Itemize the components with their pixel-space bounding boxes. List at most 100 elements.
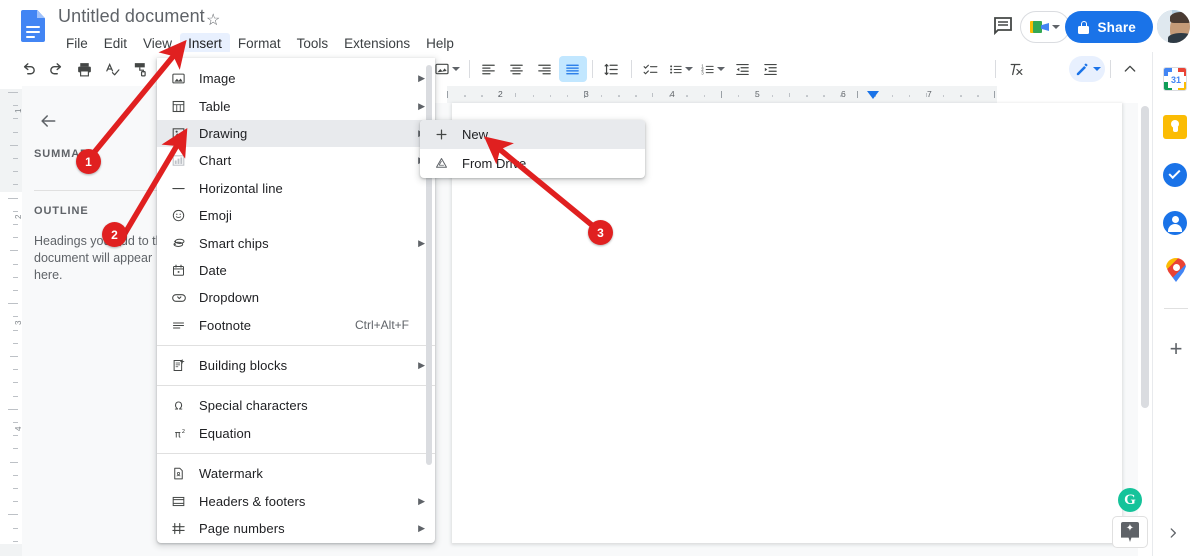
google-calendar-icon[interactable]: 31 xyxy=(1163,67,1189,93)
menu-item-emoji-label: Emoji xyxy=(199,208,233,224)
paint-format-icon[interactable] xyxy=(126,56,154,82)
chevron-right-icon[interactable] xyxy=(1166,526,1180,544)
grammarly-label: G xyxy=(1124,491,1136,508)
menu-item-table[interactable]: Table ▶ xyxy=(157,92,435,119)
insert-menu[interactable]: Image▶Table▶Drawing▶Chart▶Horizontal lin… xyxy=(157,58,435,543)
menu-edit[interactable]: Edit xyxy=(96,33,135,54)
arrow-left-icon[interactable] xyxy=(34,107,62,135)
google-maps-icon[interactable] xyxy=(1163,258,1189,284)
rail-divider xyxy=(1164,308,1188,309)
align-right-button[interactable] xyxy=(531,56,559,82)
dropdown-icon xyxy=(171,290,193,306)
menu-item-chart-label: Chart xyxy=(199,153,232,169)
menu-item-date[interactable]: Date xyxy=(157,257,435,284)
menu-item-watermark[interactable]: Watermark xyxy=(157,460,435,487)
google-keep-icon[interactable] xyxy=(1163,115,1189,141)
menu-file[interactable]: File xyxy=(58,33,96,54)
annotation-badge-2: 2 xyxy=(102,222,127,247)
menu-item-headers-footers[interactable]: Headers & footers ▶ xyxy=(157,487,435,514)
horizontal-ruler[interactable]: 2 3 4 5 6 7 xyxy=(435,86,1152,103)
svg-text:Ω: Ω xyxy=(174,400,182,413)
google-tasks-icon[interactable] xyxy=(1163,162,1189,189)
comment-icon[interactable] xyxy=(990,14,1016,38)
submenu-item-from-drive[interactable]: From Drive xyxy=(420,149,645,178)
vertical-scrollbar[interactable] xyxy=(1138,103,1152,556)
checklist-icon[interactable] xyxy=(637,56,665,82)
share-button-label: Share xyxy=(1097,19,1136,35)
right-margin-marker[interactable] xyxy=(867,91,879,99)
google-contacts-icon[interactable] xyxy=(1163,211,1189,237)
google-drive-icon xyxy=(434,156,454,171)
menu-item-page-numbers[interactable]: Page numbers ▶ xyxy=(157,515,435,542)
bulleted-list-icon[interactable] xyxy=(665,56,697,82)
align-justify-button[interactable] xyxy=(558,56,587,82)
chevron-up-icon[interactable] xyxy=(1116,56,1144,82)
menu-item-emoji[interactable]: Emoji xyxy=(157,202,435,229)
menu-item-drawing[interactable]: Drawing▶ xyxy=(157,119,435,148)
explore-button[interactable] xyxy=(1112,516,1148,548)
submenu-item-new-label: New xyxy=(462,127,489,142)
grammarly-icon[interactable]: G xyxy=(1118,488,1142,512)
google-meet-button[interactable] xyxy=(1020,11,1070,43)
google-docs-icon[interactable] xyxy=(15,8,51,44)
menu-item-chart[interactable]: Chart▶ xyxy=(157,147,435,174)
menu-help[interactable]: Help xyxy=(418,33,462,54)
user-avatar[interactable] xyxy=(1157,10,1190,43)
undo-button[interactable] xyxy=(14,56,42,82)
share-button[interactable]: Share xyxy=(1065,11,1153,43)
menu-view[interactable]: View xyxy=(135,33,180,54)
vertical-ruler[interactable]: 1 2 3 4 xyxy=(0,86,23,556)
redo-button[interactable] xyxy=(42,56,70,82)
menu-item-dropdown-label: Dropdown xyxy=(199,290,260,306)
increase-indent-icon[interactable] xyxy=(757,56,785,82)
footnote-icon xyxy=(171,318,193,333)
document-title[interactable]: Untitled document xyxy=(58,6,205,27)
decrease-indent-icon[interactable] xyxy=(729,56,757,82)
hruler-num-2: 2 xyxy=(498,89,503,99)
menu-item-special-characters[interactable]: Ω Special characters xyxy=(157,392,435,419)
menu-item-date-label: Date xyxy=(199,262,227,278)
emoji-icon xyxy=(171,208,193,223)
chevron-right-icon: ▶ xyxy=(418,523,425,534)
menu-tools[interactable]: Tools xyxy=(289,33,337,54)
menu-item-horizontal-line[interactable]: Horizontal line xyxy=(157,175,435,202)
menu-item-footnote[interactable]: Footnote Ctrl+Alt+F xyxy=(157,312,435,339)
add-side-panel-app-button[interactable]: + xyxy=(1163,336,1189,362)
submenu-item-new[interactable]: New xyxy=(420,120,645,149)
chevron-right-icon: ▶ xyxy=(418,73,425,84)
numbered-list-icon[interactable]: 123 xyxy=(697,56,729,82)
watermark-icon xyxy=(171,466,193,481)
scrollbar-thumb[interactable] xyxy=(1141,106,1149,408)
print-button[interactable] xyxy=(70,56,98,82)
menu-item-equation[interactable]: π 2 Equation xyxy=(157,420,435,447)
page-numbers-icon xyxy=(171,521,193,536)
building-blocks-icon xyxy=(171,358,193,373)
menu-insert[interactable]: Insert xyxy=(180,32,230,54)
chart-icon xyxy=(171,153,193,168)
menu-item-building-blocks[interactable]: Building blocks ▶ xyxy=(157,352,435,379)
hruler-num-4: 4 xyxy=(670,89,675,99)
drawing-submenu[interactable]: New From Drive xyxy=(420,120,645,178)
menu-format[interactable]: Format xyxy=(230,33,289,54)
pencil-icon xyxy=(1076,63,1088,75)
align-left-button[interactable] xyxy=(475,56,503,82)
editing-mode-button[interactable] xyxy=(1069,56,1105,82)
menu-divider xyxy=(157,385,435,387)
menu-item-smart-chips[interactable]: Smart chips ▶ xyxy=(157,229,435,256)
menu-item-image[interactable]: Image ▶ xyxy=(157,65,435,92)
menu-extensions[interactable]: Extensions xyxy=(336,33,418,54)
hruler-num-5: 5 xyxy=(755,89,760,99)
clear-formatting-icon[interactable] xyxy=(1001,56,1029,82)
star-outline-icon[interactable]: ☆ xyxy=(206,10,220,30)
menu-item-dropdown[interactable]: Dropdown xyxy=(157,284,435,311)
table-icon xyxy=(171,99,193,114)
hruler-num-7: 7 xyxy=(927,89,932,99)
svg-text:2: 2 xyxy=(182,429,186,435)
line-spacing-icon[interactable] xyxy=(598,56,626,82)
chevron-down-icon xyxy=(1052,25,1060,29)
hruler-num-6: 6 xyxy=(841,89,846,99)
align-center-button[interactable] xyxy=(503,56,531,82)
menu-item-headers-footers-label: Headers & footers xyxy=(199,493,306,509)
calendar-icon xyxy=(171,263,193,278)
spellcheck-icon[interactable] xyxy=(98,56,126,82)
